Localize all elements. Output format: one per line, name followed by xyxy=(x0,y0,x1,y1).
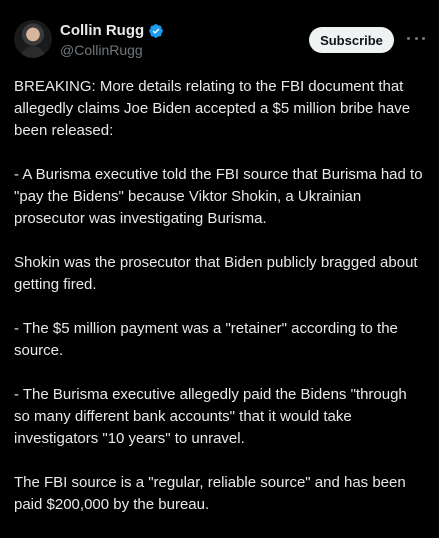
tweet-line: "pay the Bidens" because Viktor Shokin, … xyxy=(14,188,362,205)
tweet-paragraph: Shokin was the prosecutor that Biden pub… xyxy=(14,252,434,296)
author-name-row: Collin Rugg xyxy=(60,22,164,39)
tweet-line: investigators "10 years" to unravel. xyxy=(14,430,245,447)
tweet-line: The FBI source is a "regular, reliable s… xyxy=(14,474,406,491)
tweet-line: been released: xyxy=(14,122,114,139)
tweet-line: paid $200,000 by the bureau. xyxy=(14,496,210,513)
tweet-paragraph: - The $5 million payment was a "retainer… xyxy=(14,318,434,362)
tweet-line: prosecutor was investigating Burisma. xyxy=(14,210,267,227)
tweet-paragraph: - The Burisma executive allegedly paid t… xyxy=(14,384,434,450)
tweet-line: - A Burisma executive told the FBI sourc… xyxy=(14,166,423,183)
avatar[interactable] xyxy=(14,20,52,58)
tweet-text: BREAKING: More details relating to the F… xyxy=(14,76,434,538)
tweet-line: getting fired. xyxy=(14,276,97,293)
subscribe-button[interactable]: Subscribe xyxy=(309,27,394,53)
author-handle[interactable]: @CollinRugg xyxy=(60,42,143,58)
tweet-line: allegedly claims Joe Biden accepted a $5… xyxy=(14,100,411,117)
tweet-header: Collin Rugg @CollinRugg Subscribe xyxy=(0,0,439,70)
more-horizontal-icon[interactable] xyxy=(407,30,425,46)
tweet-line: so many different bank accounts" that it… xyxy=(14,408,352,425)
tweet-line: BREAKING: More details relating to the F… xyxy=(14,78,404,95)
tweet-line: - The Burisma executive allegedly paid t… xyxy=(14,386,407,403)
verified-badge-icon xyxy=(149,23,163,38)
tweet-paragraph: BREAKING: More details relating to the F… xyxy=(14,76,434,142)
tweet-line: - The $5 million payment was a "retainer… xyxy=(14,320,398,337)
tweet-line: source. xyxy=(14,342,64,359)
tweet-paragraph: - A Burisma executive told the FBI sourc… xyxy=(14,164,434,230)
tweet-paragraph: The FBI source is a "regular, reliable s… xyxy=(14,472,434,516)
tweet-line: Shokin was the prosecutor that Biden pub… xyxy=(14,254,418,271)
author-display-name[interactable]: Collin Rugg xyxy=(60,22,144,39)
